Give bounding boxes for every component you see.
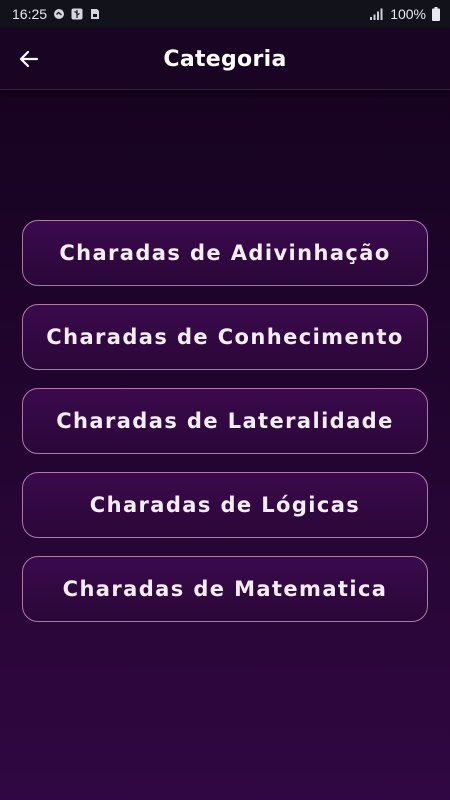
category-button-logicas[interactable]: Charadas de Lógicas: [22, 472, 428, 538]
usb-icon: [71, 8, 83, 20]
status-bar: 16:25 100%: [0, 0, 450, 28]
status-bar-right: 100%: [370, 6, 440, 22]
battery-percent: 100%: [390, 6, 426, 22]
sim-card-icon: [91, 9, 100, 19]
category-button-matematica[interactable]: Charadas de Matematica: [22, 556, 428, 622]
category-list: Charadas de Adivinhação Charadas de Conh…: [22, 220, 428, 640]
notification-icon: [54, 9, 65, 19]
category-button-conhecimento[interactable]: Charadas de Conhecimento: [22, 304, 428, 370]
app-bar: Categoria: [0, 28, 450, 90]
signal-icon: [370, 8, 383, 20]
page-title: Categoria: [163, 46, 287, 72]
status-time: 16:25: [12, 6, 48, 22]
battery-icon: [432, 7, 440, 21]
status-bar-left: 16:25: [12, 6, 101, 22]
category-button-lateralidade[interactable]: Charadas de Lateralidade: [22, 388, 428, 454]
category-button-adivinhacao[interactable]: Charadas de Adivinhação: [22, 220, 428, 286]
